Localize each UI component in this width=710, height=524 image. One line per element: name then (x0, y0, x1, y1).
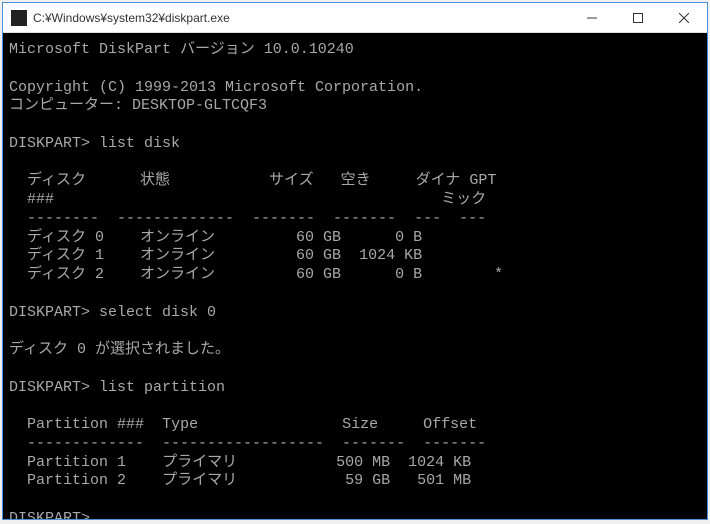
col-dyn2: ミック (441, 191, 486, 208)
col-disk: ディスク (27, 172, 86, 189)
col-hash: ### (27, 191, 54, 208)
command-list-disk: list disk (99, 135, 180, 152)
col-status: 状態 (140, 172, 170, 189)
titlebar[interactable]: C:¥Windows¥system32¥diskpart.exe (3, 3, 707, 33)
table-row: ディスク 1 (27, 247, 104, 264)
part-separator: ------------- ------------------ -------… (9, 435, 486, 452)
msg-disk-selected: ディスク 0 が選択されました。 (9, 341, 230, 358)
computer-label: コンピューター: (9, 97, 123, 114)
maximize-button[interactable] (615, 3, 661, 33)
version-line: Microsoft DiskPart バージョン 10.0.10240 (9, 41, 354, 58)
table-row: Partition 1 (27, 454, 126, 471)
minimize-button[interactable] (569, 3, 615, 33)
computer-name: DESKTOP-GLTCQF3 (132, 97, 267, 114)
col-type: Type (162, 416, 198, 433)
col-size: サイズ (269, 172, 314, 189)
col-free: 空き (341, 172, 371, 189)
copyright-line: Copyright (C) 1999-2013 Microsoft Corpor… (9, 79, 423, 96)
col-part: Partition ### (27, 416, 144, 433)
col-dyn1: ダイナ (416, 172, 461, 189)
command-select-disk: select disk 0 (99, 304, 216, 321)
prompt: DISKPART> (9, 135, 90, 152)
close-button[interactable] (661, 3, 707, 33)
table-row: ディスク 2 (27, 266, 104, 283)
col-psize: Size (342, 416, 378, 433)
terminal-output[interactable]: Microsoft DiskPart バージョン 10.0.10240 Copy… (3, 33, 707, 519)
prompt: DISKPART> (9, 304, 90, 321)
col-gpt: GPT (469, 172, 496, 189)
prompt: DISKPART> (9, 510, 90, 519)
app-icon (11, 10, 27, 26)
command-list-partition: list partition (99, 379, 225, 396)
prompt: DISKPART> (9, 379, 90, 396)
disk-separator: -------- ------------- ------- ------- -… (9, 210, 486, 227)
table-row: Partition 2 (27, 472, 126, 489)
col-offset: Offset (423, 416, 477, 433)
app-window: C:¥Windows¥system32¥diskpart.exe Microso… (2, 2, 708, 520)
window-title: C:¥Windows¥system32¥diskpart.exe (33, 11, 569, 25)
table-row: ディスク 0 (27, 229, 104, 246)
